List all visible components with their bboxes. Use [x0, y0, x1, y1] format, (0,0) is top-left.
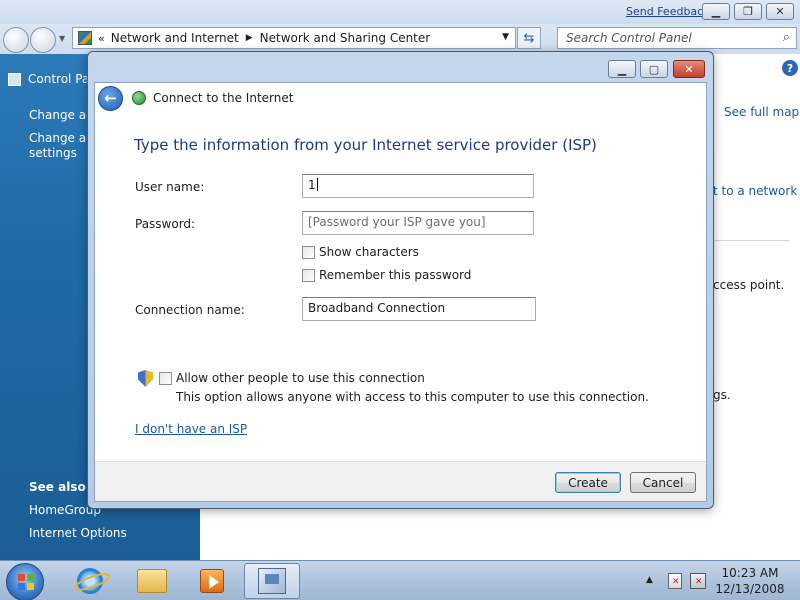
folder-icon — [137, 569, 167, 593]
dialog-maximize-button[interactable]: ▢ — [640, 60, 668, 78]
back-arrow-icon: ← — [104, 89, 117, 107]
remember-password-option[interactable]: Remember this password — [302, 268, 471, 282]
allow-others-checkbox[interactable] — [159, 371, 172, 385]
breadcrumb-network-sharing-center[interactable]: Network and Sharing Center — [260, 31, 431, 45]
dialog-header: ← Connect to the Internet — [95, 83, 706, 113]
minimize-icon: ▁ — [617, 62, 627, 76]
dialog-close-button[interactable]: ✕ — [673, 60, 705, 78]
windows-logo-icon — [18, 574, 34, 590]
remember-password-label: Remember this password — [319, 268, 472, 282]
see-also-heading: See also — [29, 480, 86, 494]
forward-button[interactable] — [30, 27, 56, 53]
user-name-value: 1 — [308, 178, 316, 192]
address-dropdown-icon[interactable]: ▼ — [502, 32, 509, 42]
connection-name-label: Connection name: — [135, 303, 245, 317]
connection-name-input[interactable]: Broadband Connection — [302, 297, 536, 321]
section-divider — [713, 240, 790, 241]
close-icon: ✕ — [775, 5, 785, 18]
help-icon[interactable]: ? — [782, 60, 798, 76]
no-isp-link[interactable]: I don't have an ISP — [135, 422, 247, 436]
address-bar[interactable]: « Network and Internet ▶ Network and Sha… — [72, 27, 516, 49]
user-name-input[interactable]: 1 — [302, 174, 534, 198]
show-characters-label: Show characters — [319, 245, 419, 259]
sidebar-link-change-advanced[interactable]: Change ad — [29, 131, 89, 146]
dialog-footer: Create Cancel — [95, 461, 706, 501]
restore-icon: ❐ — [743, 5, 753, 18]
connection-name-value: Broadband Connection — [308, 301, 446, 315]
password-input[interactable]: [Password your ISP gave you] — [302, 211, 534, 235]
system-clock[interactable]: 10:23 AM 12/13/2008 — [712, 565, 788, 597]
taskbar-media-player[interactable] — [184, 563, 240, 599]
show-hidden-icons-arrow-icon[interactable]: ▲ — [646, 575, 653, 585]
taskbar-windows-explorer[interactable] — [124, 563, 180, 599]
network-status-icon[interactable] — [690, 573, 706, 589]
show-characters-checkbox[interactable] — [302, 245, 315, 259]
navigation-bar: ▼ « Network and Internet ▶ Network and S… — [0, 24, 800, 54]
dialog-minimize-button[interactable]: ▁ — [608, 60, 636, 78]
search-icon[interactable]: ⌕ — [783, 30, 790, 45]
minimize-button[interactable]: ▁ — [702, 3, 730, 20]
refresh-button[interactable]: ⇆ — [517, 27, 541, 49]
taskbar: ▲ 10:23 AM 12/13/2008 — [0, 560, 800, 600]
connect-to-network-link[interactable]: t to a network — [713, 184, 797, 198]
password-label: Password: — [135, 217, 196, 231]
media-player-icon — [200, 569, 224, 593]
taskbar-internet-explorer[interactable] — [62, 563, 118, 599]
dialog-title: Connect to the Internet — [153, 91, 294, 105]
clock-time: 10:23 AM — [721, 566, 779, 580]
user-name-label: User name: — [135, 180, 205, 194]
maximize-icon: ▢ — [648, 62, 660, 76]
minimize-icon: ▁ — [711, 5, 721, 18]
search-input[interactable]: Search Control Panel ⌕ — [557, 27, 797, 49]
back-arrow-button[interactable]: ← — [98, 85, 123, 111]
network-globe-icon — [132, 91, 146, 105]
close-icon: ✕ — [684, 62, 694, 76]
sidebar-link-settings[interactable]: settings — [29, 146, 89, 161]
recent-pages-dropdown-icon[interactable]: ▼ — [59, 34, 65, 43]
clock-date: 12/13/2008 — [715, 582, 785, 596]
internet-explorer-icon — [77, 568, 103, 594]
settings-fragment-text: gs. — [713, 388, 731, 402]
control-panel-icon — [8, 72, 21, 86]
maximize-button[interactable]: ❐ — [734, 3, 762, 20]
allow-others-label: Allow other people to use this connectio… — [176, 371, 425, 385]
taskbar-control-panel[interactable] — [244, 563, 300, 599]
breadcrumb-arrow-icon[interactable]: ▶ — [246, 33, 253, 43]
remember-password-checkbox[interactable] — [302, 268, 315, 282]
connect-to-internet-dialog: ▁ ▢ ✕ ← Connect to the Internet Type the… — [87, 51, 714, 509]
start-button[interactable] — [6, 563, 44, 600]
control-panel-label: Control Pa — [28, 72, 90, 86]
control-panel-taskbar-icon — [258, 568, 286, 594]
action-center-flag-icon[interactable] — [668, 573, 682, 589]
back-button[interactable] — [3, 27, 29, 53]
cancel-button[interactable]: Cancel — [630, 472, 696, 493]
send-feedback-link[interactable]: Send Feedback — [626, 5, 710, 18]
allow-others-option[interactable]: Allow other people to use this connectio… — [159, 371, 425, 385]
uac-shield-icon — [138, 370, 153, 387]
access-point-text: ccess point. — [713, 278, 785, 292]
allow-others-description: This option allows anyone with access to… — [176, 390, 649, 404]
text-caret — [316, 178, 318, 191]
internet-options-link[interactable]: Internet Options — [29, 526, 127, 540]
refresh-icon: ⇆ — [523, 30, 535, 46]
show-characters-option[interactable]: Show characters — [302, 245, 419, 259]
page-heading: Type the information from your Internet … — [134, 136, 597, 154]
window-titlebar: Send Feedback ▁ ❐ ✕ — [0, 0, 800, 24]
address-overflow-chevron[interactable]: « — [98, 32, 105, 45]
close-button[interactable]: ✕ — [766, 3, 794, 20]
dialog-content: ← Connect to the Internet Type the infor… — [94, 82, 707, 502]
create-button[interactable]: Create — [555, 472, 621, 493]
breadcrumb-network-internet[interactable]: Network and Internet — [111, 31, 239, 45]
see-full-map-link[interactable]: See full map — [724, 105, 799, 119]
control-panel-icon — [78, 31, 92, 45]
search-placeholder: Search Control Panel — [566, 31, 692, 45]
control-panel-home-link[interactable]: Control Pa — [8, 72, 89, 86]
sidebar-link-change-adapter[interactable]: Change ad — [29, 108, 89, 123]
password-placeholder: [Password your ISP gave you] — [308, 215, 486, 229]
